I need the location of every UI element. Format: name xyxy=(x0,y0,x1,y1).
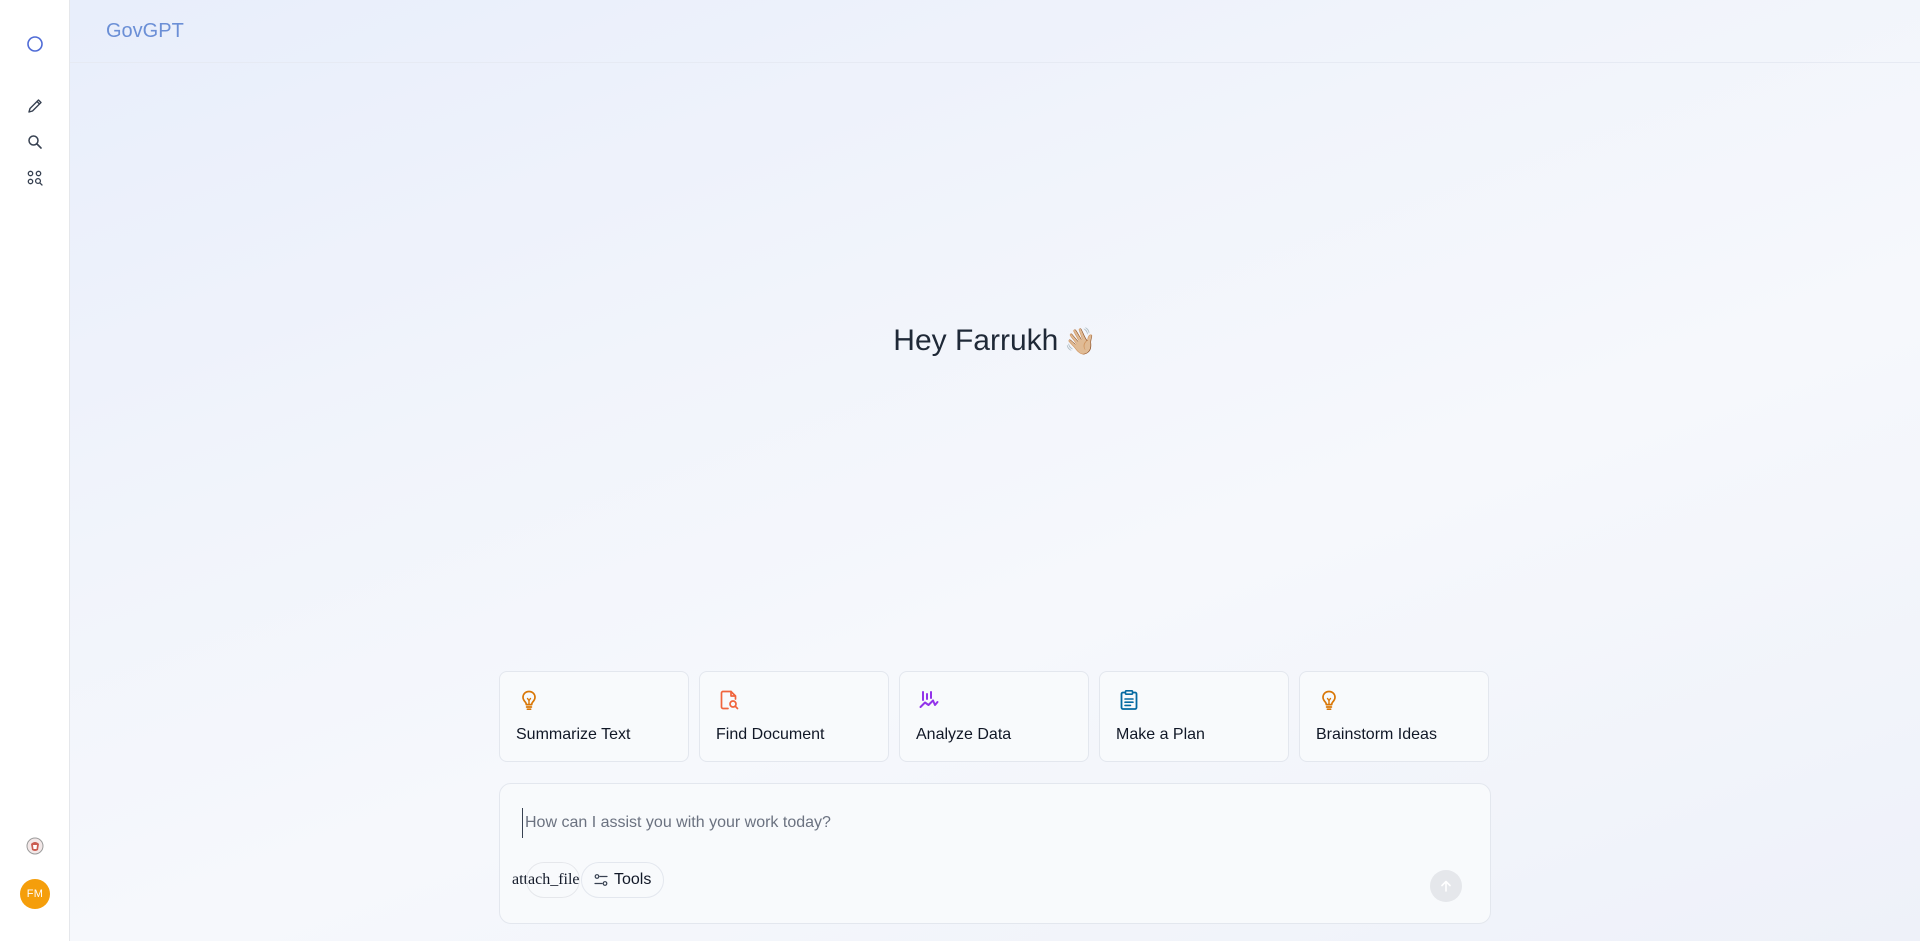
greeting-text: Hey Farrukh xyxy=(893,324,1059,357)
sidebar: FM xyxy=(0,0,70,941)
top-bar: GovGPT xyxy=(70,0,1920,63)
lightbulb-icon xyxy=(1322,690,1336,711)
suggestion-label: Find Document xyxy=(716,726,825,743)
suggestion-find-document[interactable]: Find Document xyxy=(699,671,889,762)
apps-search-icon xyxy=(27,170,43,186)
chat-input[interactable] xyxy=(522,808,1427,838)
new-chat-button[interactable] xyxy=(23,94,47,118)
apps-button[interactable] xyxy=(23,166,47,190)
send-button[interactable] xyxy=(1430,870,1462,902)
tools-label: Tools xyxy=(614,871,652,888)
wave-emoji-icon: 👋🏼 xyxy=(1064,326,1097,356)
tools-button[interactable]: Tools xyxy=(581,862,664,898)
search-icon xyxy=(28,135,42,149)
suggestion-label: Summarize Text xyxy=(516,726,631,743)
suggestion-cards: Summarize Text Find Document Analyze Dat… xyxy=(499,671,1491,762)
greeting-heading: Hey Farrukh 👋🏼 xyxy=(70,324,1920,358)
user-avatar[interactable]: FM xyxy=(20,879,50,909)
arrow-up-icon xyxy=(1441,880,1451,892)
suggestion-label: Brainstorm Ideas xyxy=(1316,726,1437,743)
suggestion-make-a-plan[interactable]: Make a Plan xyxy=(1099,671,1289,762)
search-button[interactable] xyxy=(23,130,47,154)
file-search-icon xyxy=(720,690,739,710)
main-area: GovGPT Hey Farrukh 👋🏼 Summarize Text Find… xyxy=(70,0,1920,941)
clipboard-icon xyxy=(1120,689,1138,710)
attach-button-outline xyxy=(526,862,580,898)
suggestion-brainstorm-ideas[interactable]: Brainstorm Ideas xyxy=(1299,671,1489,762)
home-button[interactable] xyxy=(23,32,47,56)
chart-icon xyxy=(919,691,939,708)
tools-icon xyxy=(594,874,608,886)
pencil-icon xyxy=(28,99,42,113)
suggestion-label: Make a Plan xyxy=(1116,726,1205,743)
attach-file-button[interactable]: attach_file xyxy=(512,862,580,898)
chat-composer: attach_file Tools xyxy=(499,783,1491,924)
suggestion-summarize-text[interactable]: Summarize Text xyxy=(499,671,689,762)
suggestion-label: Analyze Data xyxy=(916,726,1012,743)
circle-icon xyxy=(27,36,43,52)
lightbulb-icon xyxy=(522,690,536,711)
brand-title[interactable]: GovGPT xyxy=(106,20,184,43)
suggestion-analyze-data[interactable]: Analyze Data xyxy=(899,671,1089,762)
emblem-icon xyxy=(26,837,44,855)
